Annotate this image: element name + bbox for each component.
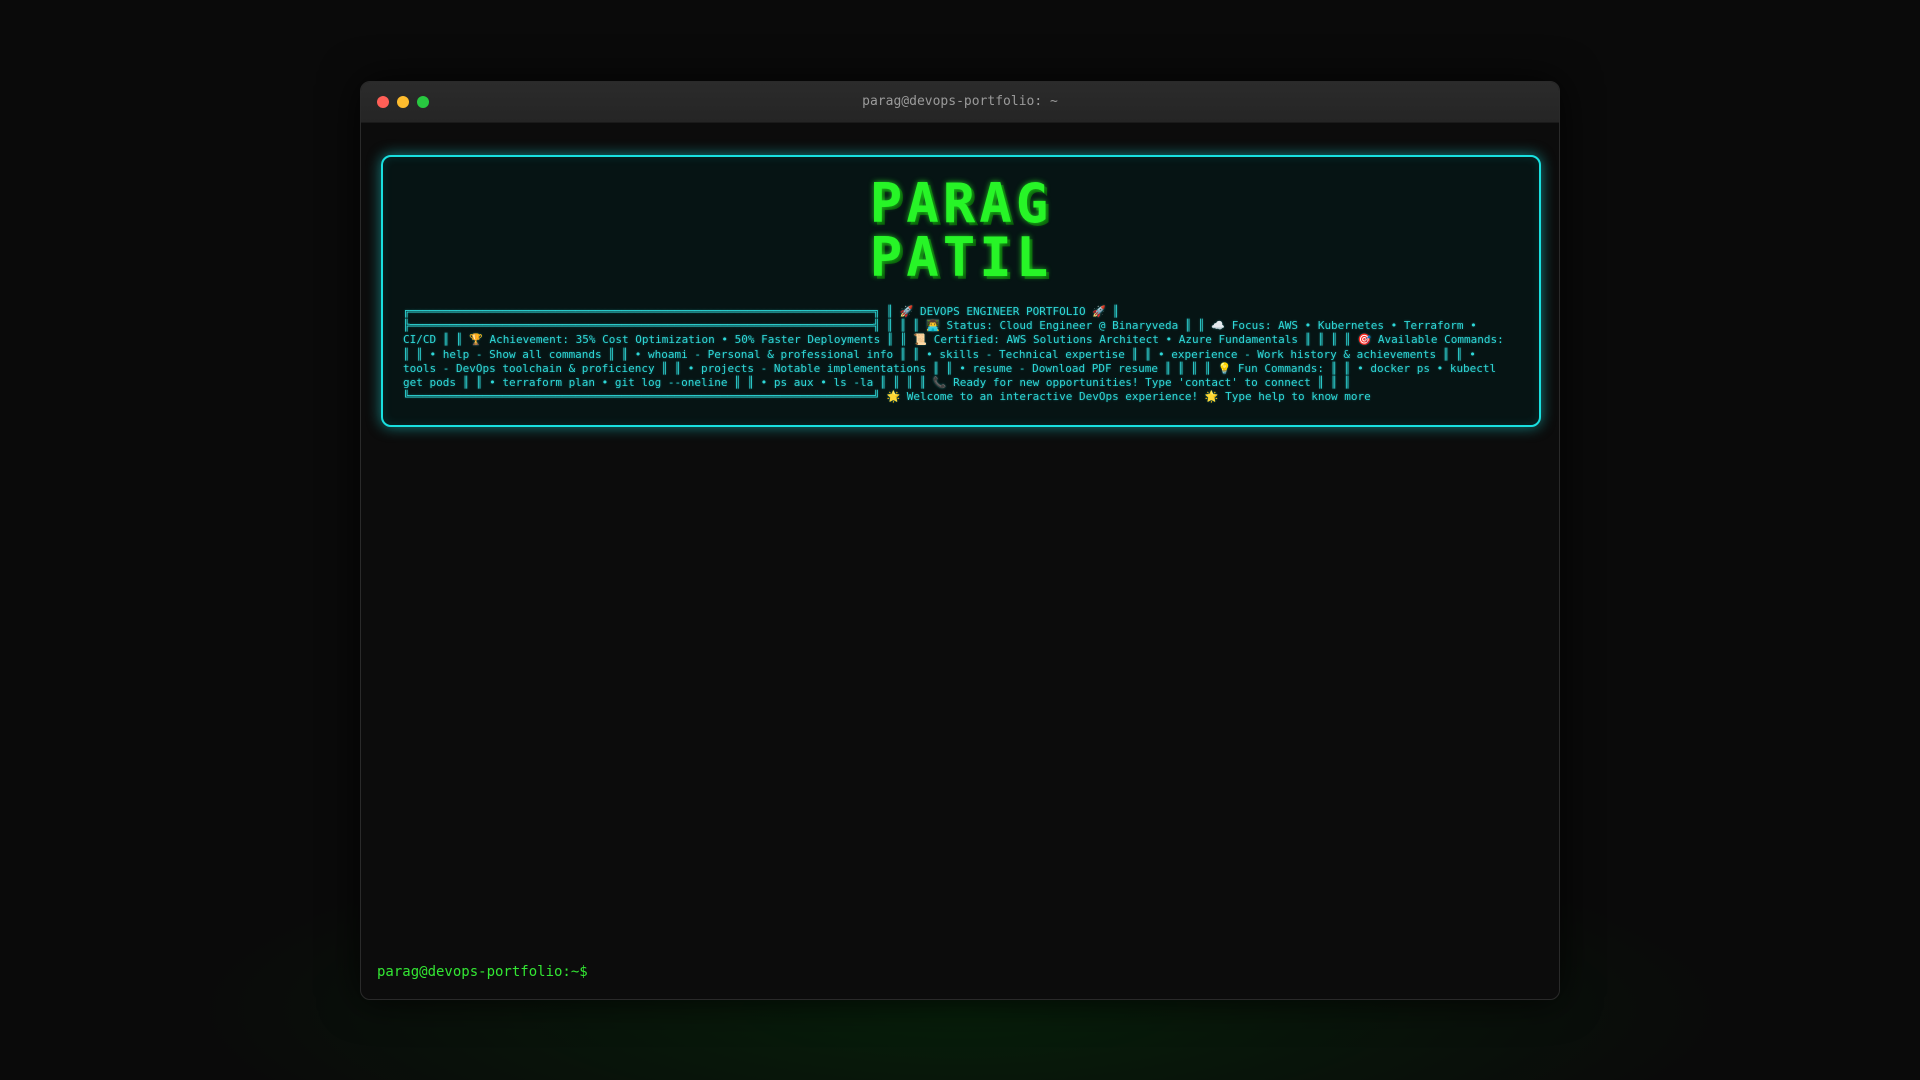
terminal-window: parag@devops-portfolio: ~ PARAG PATIL ╔═… [360,81,1560,1000]
name-first-line: PARAG [869,172,1053,235]
name-last-line: PATIL [869,226,1053,289]
title-bar: parag@devops-portfolio: ~ [361,82,1559,123]
name-ascii-art: PARAG PATIL [383,177,1539,285]
welcome-banner: PARAG PATIL ╔═══════════════════════════… [381,155,1541,427]
window-title: parag@devops-portfolio: ~ [862,94,1058,109]
intro-ascii-box: ╔═══════════════════════════════════════… [403,305,1504,404]
shell-prompt: parag@devops-portfolio:~$ [377,964,588,980]
command-input[interactable] [577,960,1537,982]
